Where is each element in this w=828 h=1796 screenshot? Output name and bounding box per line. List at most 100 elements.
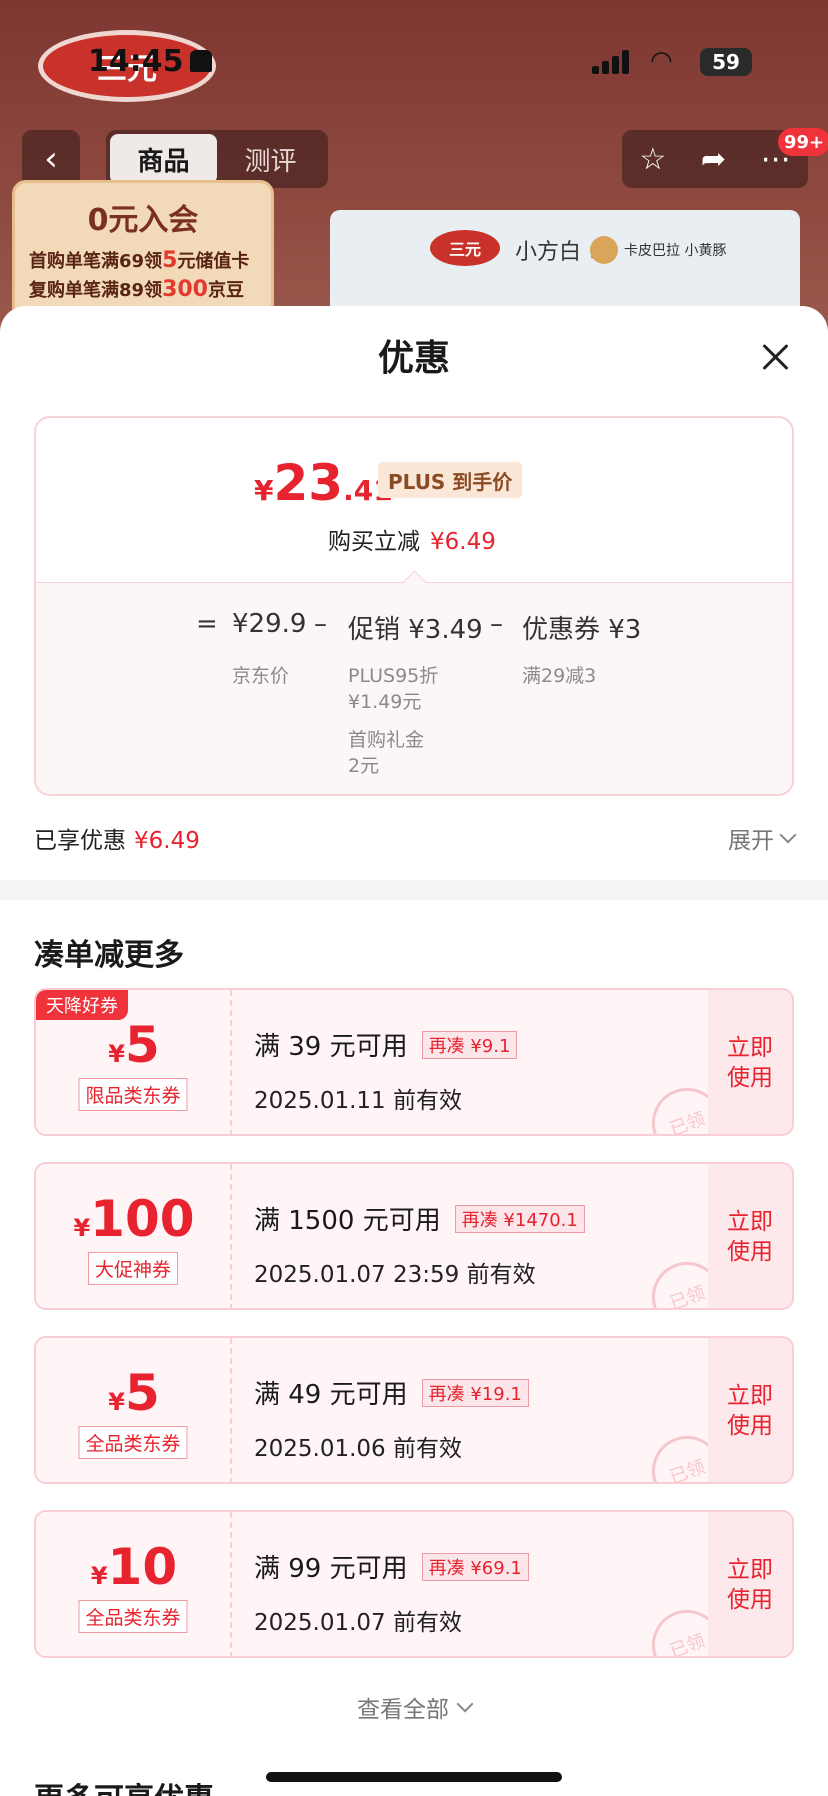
enjoyed-label: 已享优惠 [34, 828, 126, 854]
chevron-down-icon [456, 1695, 474, 1713]
use-now-label: 立即 使用 [727, 1383, 773, 1439]
coupon-gap-tag: 再凑 ¥69.1 [421, 1552, 529, 1581]
coupon-condition: 满 99 元可用 再凑 ¥69.1 [254, 1548, 529, 1585]
capybara-icon [590, 236, 618, 264]
final-price: ¥23.41 [254, 454, 393, 512]
home-indicator [266, 1772, 562, 1782]
coupon-type: 全品类东券 [78, 1600, 188, 1633]
coupon-amount: ¥100 [36, 1190, 232, 1248]
chevron-down-icon [779, 826, 797, 844]
final-price-currency: ¥ [254, 474, 274, 507]
coupon-value-area: ¥5 全品类东券 [36, 1338, 232, 1482]
promo-line-first: 首购单笔满69领5元储值卡 [29, 247, 257, 276]
back-chevron-icon: ‹ [44, 139, 58, 179]
section-divider [0, 880, 828, 900]
coupon-type: 限品类东券 [78, 1078, 188, 1111]
coupon-validity: 2025.01.06 前有效 [254, 1436, 462, 1462]
coupon-amount: ¥10 [36, 1538, 232, 1596]
expand-label: 展开 [728, 828, 774, 854]
use-now-button[interactable]: 立即 使用 [708, 990, 792, 1134]
view-all-button[interactable]: 查看全部 [0, 1690, 828, 1724]
promo-line-first-text: 首购单笔满69领 [29, 251, 163, 272]
coupon-type: 大促神券 [87, 1252, 179, 1285]
discount-sheet: 优惠 ¥23.41 PLUS 到手价 购买立减 ¥6.49 = ¥29.9 – 促… [0, 306, 828, 1796]
sheet-header: 优惠 [0, 306, 828, 404]
coupon-condition-text: 满 49 元可用 [254, 1380, 408, 1410]
coupon-currency: ¥ [108, 1388, 125, 1416]
product-brand-logo: 三元 [430, 230, 500, 266]
sheet-title: 优惠 [377, 338, 450, 379]
final-price-integer: 23 [273, 454, 344, 512]
enjoyed-discount-row: 已享优惠 ¥6.49 展开 [34, 818, 797, 858]
use-now-button[interactable]: 立即 使用 [708, 1338, 792, 1482]
coupon-amount-value: 10 [107, 1538, 178, 1596]
formula-base-price: ¥29.9 [232, 609, 307, 639]
mute-bell-icon [190, 50, 212, 72]
promo-line-repeat-suffix: 京豆 [208, 280, 244, 301]
coupon-value-area: 天降好券 ¥5 限品类东券 [36, 990, 232, 1134]
formula-promo: 促销 ¥3.49 [348, 615, 483, 645]
promo-detail-plus: PLUS95折 [348, 665, 439, 687]
use-now-button[interactable]: 立即 使用 [708, 1164, 792, 1308]
instant-cut-label: 购买立减 [328, 529, 420, 555]
coupon-type: 全品类东券 [78, 1426, 188, 1459]
coupon-card: ¥5 全品类东券 满 49 元可用 再凑 ¥19.1 2025.01.06 前有效… [34, 1336, 794, 1484]
battery-level: 59 [712, 50, 740, 74]
coupon-condition-text: 满 99 元可用 [254, 1554, 408, 1584]
promo-detail-plus-amount: ¥1.49元 [348, 691, 422, 713]
use-now-label: 立即 使用 [727, 1035, 773, 1091]
coupon-validity: 2025.01.11 前有效 [254, 1088, 462, 1114]
formula-minus: – [490, 609, 503, 639]
coupon-gap-tag: 再凑 ¥1470.1 [454, 1204, 585, 1233]
use-now-label: 立即 使用 [727, 1557, 773, 1613]
share-icon[interactable]: ➦ [701, 142, 726, 177]
coupon-gap-tag: 再凑 ¥19.1 [421, 1378, 529, 1407]
coupon-condition-text: 满 39 元可用 [254, 1032, 408, 1062]
instant-cut: 购买立减 ¥6.49 [328, 522, 496, 556]
tab-review[interactable]: 测评 [217, 134, 324, 184]
price-formula-area: = ¥29.9 – 促销 ¥3.49 – 优惠券 ¥3 京东价 PLUS95折 … [36, 582, 792, 794]
coupon-card: ¥10 全品类东券 满 99 元可用 再凑 ¥69.1 2025.01.07 前有… [34, 1510, 794, 1658]
coupon-info: 满 49 元可用 再凑 ¥19.1 2025.01.06 前有效 [254, 1374, 529, 1463]
promo-line-first-amount: 5 [162, 248, 178, 273]
coupon-condition: 满 1500 元可用 再凑 ¥1470.1 [254, 1200, 585, 1237]
promo-title: 0元入会 [87, 203, 199, 238]
coupon-amount: ¥5 [36, 1364, 232, 1422]
coupon-card: ¥100 大促神券 满 1500 元可用 再凑 ¥1470.1 2025.01.0… [34, 1162, 794, 1310]
membership-promo-card[interactable]: 0元入会 首购单笔满69领5元储值卡 复购单笔满89领300京豆 [12, 180, 274, 320]
promo-line-first-suffix: 元储值卡 [177, 251, 250, 272]
message-count-badge: 99+ [778, 128, 828, 156]
coupon-validity: 2025.01.07 前有效 [254, 1610, 462, 1636]
coupon-gap-tag: 再凑 ¥9.1 [421, 1030, 518, 1059]
coupon-amount-value: 100 [90, 1190, 195, 1248]
promo-line-repeat: 复购单笔满89领300京豆 [29, 276, 257, 305]
coupon-amount: ¥5 [36, 1016, 232, 1074]
coupon-value-area: ¥100 大促神券 [36, 1164, 232, 1308]
coupon-currency: ¥ [73, 1214, 91, 1242]
coupon-condition: 满 49 元可用 再凑 ¥19.1 [254, 1374, 529, 1411]
enjoyed-value: ¥6.49 [134, 828, 200, 854]
promo-detail-gift-amount: 2元 [348, 755, 380, 777]
view-all-label: 查看全部 [357, 1697, 449, 1723]
promo-line-repeat-amount: 300 [162, 277, 208, 302]
formula-minus: – [314, 609, 327, 639]
expand-button[interactable]: 展开 [728, 821, 797, 855]
coupon-validity: 2025.01.07 23:59 前有效 [254, 1262, 536, 1288]
star-icon[interactable]: ☆ [639, 142, 666, 177]
coupon-amount-value: 5 [124, 1364, 160, 1422]
promo-line-repeat-text: 复购单笔满89领 [29, 280, 163, 301]
coupon-card: 天降好券 ¥5 限品类东券 满 39 元可用 再凑 ¥9.1 2025.01.11… [34, 988, 794, 1136]
plus-price-tag: PLUS 到手价 [378, 462, 523, 498]
coupon-currency: ¥ [108, 1040, 125, 1068]
section-title-more-discounts: 更多可享优惠 [34, 1774, 214, 1796]
product-page-background: 三元 14:45 ◠ 59 ‹ 商品 测评 ☆ ➦ ⋯ 99+ 0元入会 首购单… [0, 0, 828, 340]
coupon-info: 满 39 元可用 再凑 ¥9.1 2025.01.11 前有效 [254, 1026, 518, 1115]
signal-icon [592, 50, 630, 74]
close-icon[interactable] [760, 342, 790, 372]
final-price-area: ¥23.41 PLUS 到手价 购买立减 ¥6.49 [36, 418, 792, 582]
use-now-button[interactable]: 立即 使用 [708, 1512, 792, 1656]
promo-detail-gift: 首购礼金 [348, 729, 425, 751]
use-now-label: 立即 使用 [727, 1209, 773, 1265]
enjoyed-discount: 已享优惠 ¥6.49 [34, 821, 200, 855]
tab-product[interactable]: 商品 [110, 134, 217, 184]
